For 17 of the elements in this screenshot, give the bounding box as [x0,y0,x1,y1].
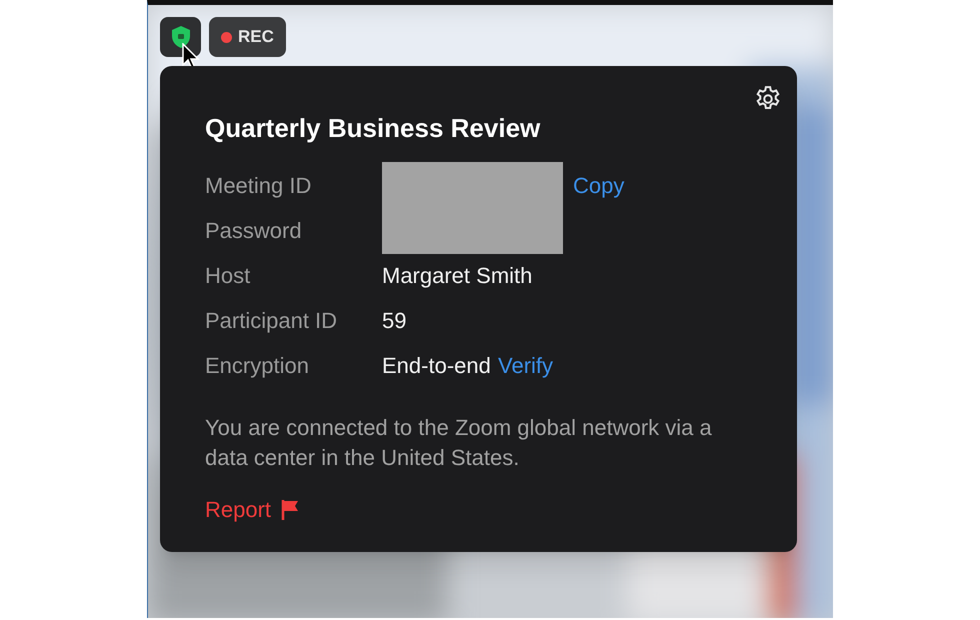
field-label: Encryption [205,352,310,380]
flag-icon [281,498,300,520]
encryption-button[interactable] [160,17,201,57]
field-label: Host [205,262,252,290]
link[interactable]: Verify [498,349,554,382]
shield-icon [170,25,192,49]
field-value: End-to-end [382,352,491,380]
network-note: You are connected to the Zoom global network via a data center in the United States. [205,414,713,472]
field-label: Meeting ID [205,172,312,200]
report-button[interactable]: Report [205,493,300,526]
meeting-title: Quarterly Business Review [205,112,542,144]
field-label: Participant ID [205,307,338,335]
field-value: 59 [382,307,406,335]
link[interactable]: Copy [573,169,624,202]
field-value: Margaret Smith [382,262,532,290]
recording-button[interactable]: REC [209,17,286,57]
field-label: Password [205,217,303,245]
